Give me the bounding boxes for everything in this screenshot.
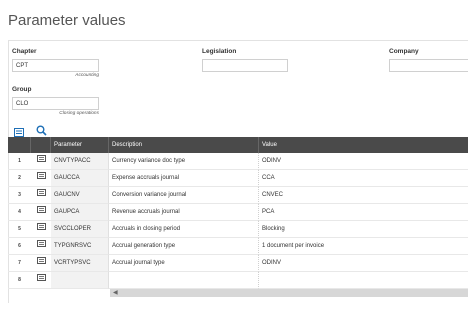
row-number: 7 xyxy=(8,255,31,272)
parameter-cell: GAUPCA xyxy=(51,204,109,221)
table-row[interactable]: 5 SVCCLOPER Accruals in closing period Bloc… xyxy=(8,221,468,238)
table-row[interactable]: 4 GAUPCA Revenue accruals journal PCA xyxy=(8,204,468,221)
group-label: Group xyxy=(12,86,32,93)
description-cell xyxy=(109,272,259,289)
row-detail-cell[interactable] xyxy=(31,255,51,272)
row-number: 5 xyxy=(8,221,31,238)
row-number: 3 xyxy=(8,187,31,204)
description-cell: Accrual generation type xyxy=(109,238,259,255)
scroll-left-icon[interactable]: ◀ xyxy=(113,289,118,297)
parameter-cell: TYPGNRSVC xyxy=(51,238,109,255)
row-detail-cell[interactable] xyxy=(31,204,51,221)
description-cell: Conversion variance journal xyxy=(109,187,259,204)
value-cell[interactable]: 1 document per invoice xyxy=(259,238,468,255)
row-detail-icon[interactable] xyxy=(36,187,46,203)
chapter-description: Accounting xyxy=(75,73,99,78)
row-number: 1 xyxy=(8,153,31,170)
group-field[interactable]: CLO xyxy=(12,97,99,110)
horizontal-scrollbar[interactable] xyxy=(110,289,468,297)
parameter-cell: CNVTYPACC xyxy=(51,153,109,170)
value-cell[interactable]: CCA xyxy=(259,170,468,187)
row-detail-cell[interactable] xyxy=(31,272,51,289)
company-field[interactable] xyxy=(389,59,468,72)
value-cell[interactable]: ODINV xyxy=(259,255,468,272)
parameter-table: Parameter Description Value 1 CNVTYPACC Cu… xyxy=(8,137,468,299)
table-row[interactable]: 8 xyxy=(8,272,468,289)
value-cell[interactable] xyxy=(259,272,468,289)
chapter-field[interactable]: CPT xyxy=(12,59,99,72)
row-number: 2 xyxy=(8,170,31,187)
row-detail-cell[interactable] xyxy=(31,170,51,187)
legislation-label: Legislation xyxy=(202,48,237,55)
row-detail-icon[interactable] xyxy=(36,272,46,288)
row-detail-cell[interactable] xyxy=(31,153,51,170)
value-cell[interactable]: Blocking xyxy=(259,221,468,238)
description-cell: Currency variance doc type xyxy=(109,153,259,170)
row-detail-cell[interactable] xyxy=(31,187,51,204)
table-row[interactable]: 3 GAUCNV Conversion variance journal CNVEC xyxy=(8,187,468,204)
value-cell[interactable]: CNVEC xyxy=(259,187,468,204)
company-label: Company xyxy=(389,48,419,55)
parameter-cell: SVCCLOPER xyxy=(51,221,109,238)
header-row-icon xyxy=(31,137,51,153)
header-parameter[interactable]: Parameter xyxy=(51,137,109,153)
table-row[interactable]: 2 GAUCCA Expense accruals journal CCA xyxy=(8,170,468,187)
row-detail-icon[interactable] xyxy=(36,221,46,237)
legislation-field[interactable] xyxy=(202,59,288,72)
row-detail-icon[interactable] xyxy=(36,255,46,271)
table-row[interactable]: 7 VCRTYPSVC Accrual journal type ODINV xyxy=(8,255,468,272)
value-cell[interactable]: PCA xyxy=(259,204,468,221)
row-detail-icon[interactable] xyxy=(36,238,46,254)
row-detail-icon[interactable] xyxy=(36,170,46,186)
header-value[interactable]: Value xyxy=(259,137,468,153)
parameter-cell: GAUCCA xyxy=(51,170,109,187)
description-cell: Expense accruals journal xyxy=(109,170,259,187)
row-number: 6 xyxy=(8,238,31,255)
row-number: 4 xyxy=(8,204,31,221)
row-detail-cell[interactable] xyxy=(31,238,51,255)
description-cell: Accruals in closing period xyxy=(109,221,259,238)
row-detail-icon[interactable] xyxy=(36,153,46,169)
value-cell[interactable]: ODINV xyxy=(259,153,468,170)
header-description[interactable]: Description xyxy=(109,137,259,153)
group-description: Closing operations xyxy=(59,111,99,116)
row-detail-icon[interactable] xyxy=(36,204,46,220)
parameter-cell xyxy=(51,272,109,289)
row-number: 8 xyxy=(8,272,31,289)
parameter-cell: GAUCNV xyxy=(51,187,109,204)
table-row[interactable]: 1 CNVTYPACC Currency variance doc type ODIN… xyxy=(8,153,468,170)
table-row[interactable]: 6 TYPGNRSVC Accrual generation type 1 docum… xyxy=(8,238,468,255)
parameter-cell: VCRTYPSVC xyxy=(51,255,109,272)
description-cell: Revenue accruals journal xyxy=(109,204,259,221)
chapter-label: Chapter xyxy=(12,48,37,55)
description-cell: Accrual journal type xyxy=(109,255,259,272)
page-title: Parameter values xyxy=(8,12,126,29)
row-detail-cell[interactable] xyxy=(31,221,51,238)
header-row-num xyxy=(8,137,31,153)
